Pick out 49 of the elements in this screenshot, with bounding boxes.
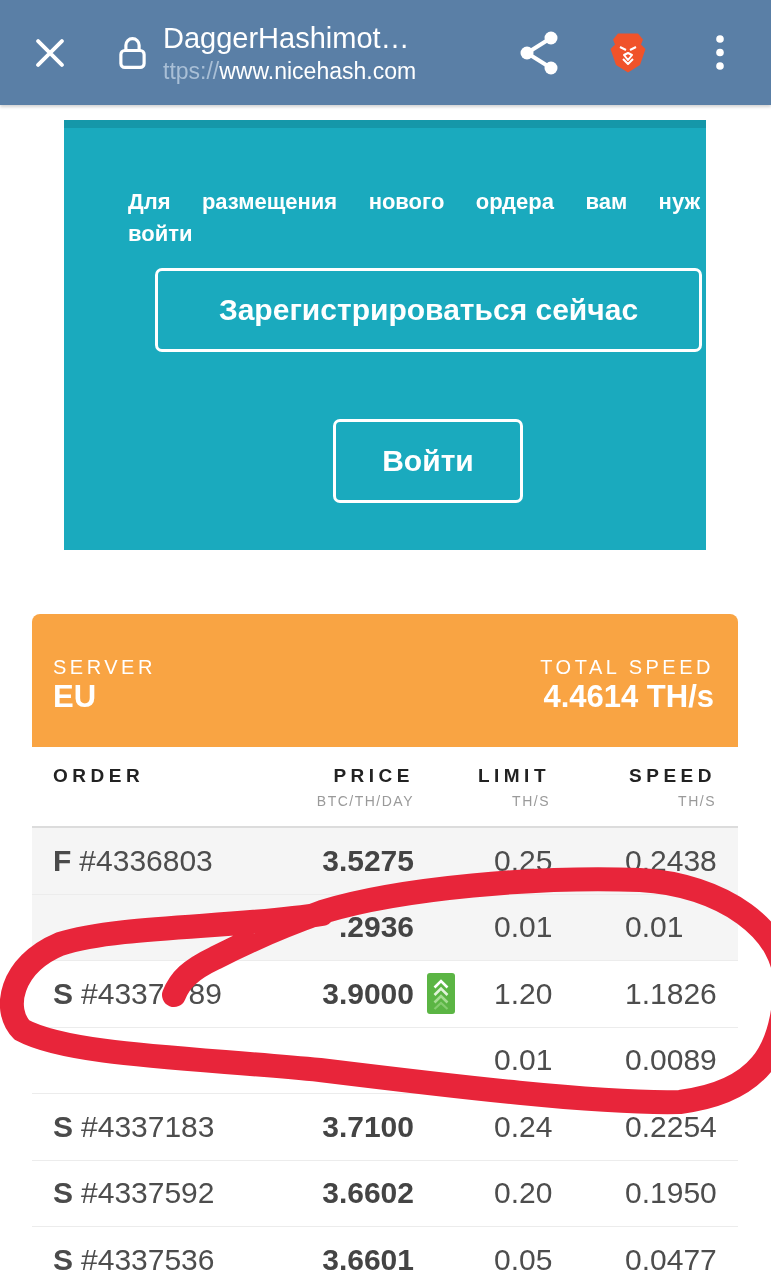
page-title: DaggerHashimot… bbox=[163, 20, 411, 56]
price-cell: .2936 bbox=[338, 910, 414, 945]
order-number: 89 bbox=[188, 976, 222, 1011]
total-speed-value: 4.4614 TH/s bbox=[543, 678, 714, 715]
order-type: S bbox=[53, 1109, 73, 1144]
price-cell: 3.6602 bbox=[322, 1176, 414, 1211]
price-cell: 3.5275 bbox=[322, 843, 414, 878]
order-number: #4337183 bbox=[81, 1109, 215, 1144]
column-unit: TH/S bbox=[678, 792, 716, 811]
page-url: ttps://www.nicehash.com bbox=[163, 56, 417, 86]
speed-cell: 1.1826 bbox=[625, 976, 717, 1010]
price-cell: 3.9000 bbox=[322, 976, 414, 1011]
order-type: S bbox=[53, 1176, 73, 1211]
speed-cell: 0.0089 bbox=[625, 1043, 717, 1077]
column-unit: TH/S bbox=[512, 792, 550, 811]
order-type: S bbox=[53, 1242, 73, 1277]
limit-cell: 0.20 bbox=[494, 1176, 553, 1210]
column-header: PRICE bbox=[333, 764, 414, 788]
column-header: SPEED bbox=[629, 764, 716, 788]
order-type: F bbox=[53, 843, 72, 878]
price-cell: 3.6601 bbox=[322, 1242, 414, 1277]
speed-cell: 0.01 bbox=[625, 910, 684, 944]
banner-message: войти bbox=[128, 220, 193, 248]
lion-shield-icon[interactable] bbox=[610, 32, 646, 73]
menu-icon[interactable] bbox=[716, 35, 724, 70]
column-header: ORDER bbox=[53, 764, 145, 788]
share-icon[interactable] bbox=[519, 30, 559, 75]
lock-icon bbox=[119, 36, 146, 69]
speed-cell: 0.1950 bbox=[625, 1176, 717, 1210]
server-value: EU bbox=[53, 678, 97, 715]
order-number: #4337536 bbox=[81, 1242, 215, 1277]
total-speed-label: TOTAL SPEED bbox=[540, 654, 714, 679]
limit-cell: 0.01 bbox=[494, 910, 553, 944]
price-cell: 3.7100 bbox=[322, 1109, 414, 1144]
order-type: S bbox=[53, 976, 73, 1011]
speed-cell: 0.2254 bbox=[625, 1109, 717, 1143]
close-icon[interactable] bbox=[36, 38, 64, 67]
limit-cell: 0.24 bbox=[494, 1109, 553, 1143]
banner-message: Для размещения нового ордера вам нуж bbox=[128, 188, 700, 216]
column-header: LIMIT bbox=[477, 764, 550, 788]
order-number: #4337592 bbox=[81, 1176, 215, 1211]
server-label: SERVER bbox=[53, 654, 156, 679]
limit-cell: 1.20 bbox=[494, 976, 553, 1010]
order-number: #4337 bbox=[81, 976, 165, 1011]
speed-cell: 0.0477 bbox=[625, 1242, 717, 1276]
limit-cell: 0.05 bbox=[494, 1242, 553, 1276]
column-unit: BTC/TH/DAY bbox=[316, 792, 414, 811]
limit-cell: 0.01 bbox=[494, 1043, 553, 1077]
order-number: #4336803 bbox=[79, 843, 213, 878]
